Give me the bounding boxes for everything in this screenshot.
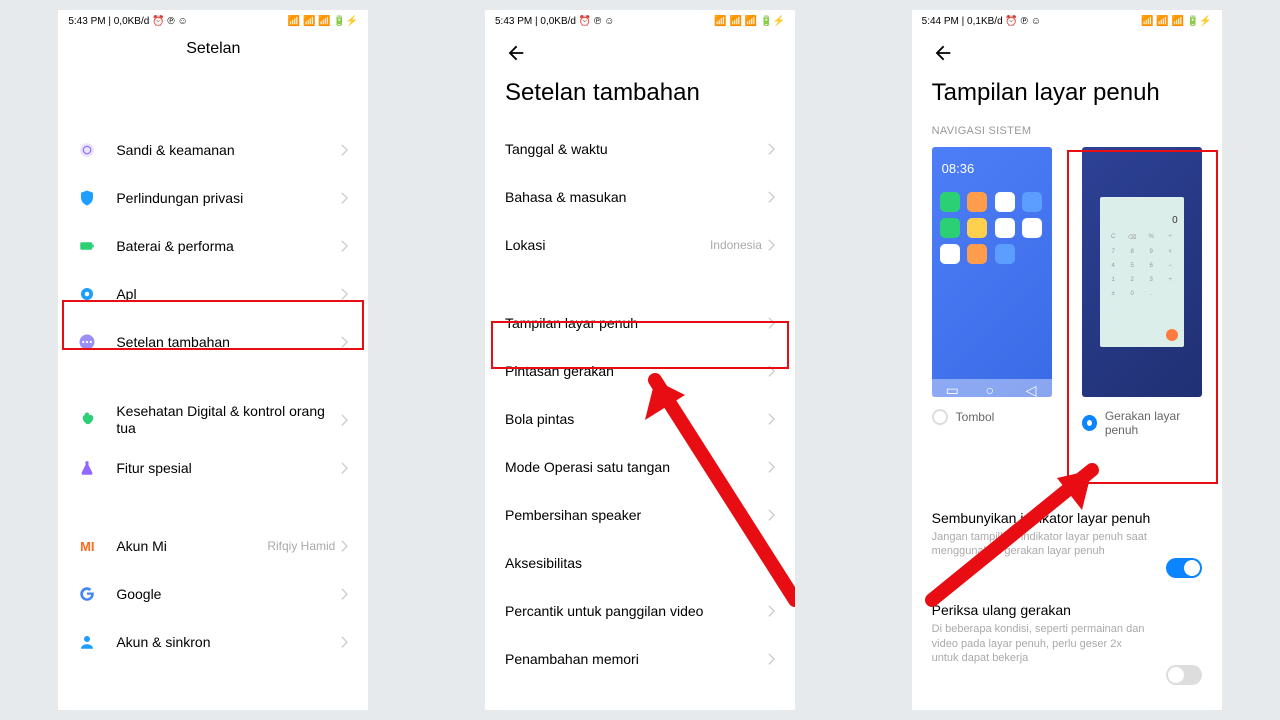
mi-icon: MI [78,537,96,555]
status-bar: 5:43 PM | 0,0KB/d ⏰ ℗ ☺ 📶 📶 📶 🔋⚡ [485,10,795,32]
fingerprint-icon [78,141,96,159]
page-title: Setelan [58,32,368,66]
phone-additional-settings: 5:43 PM | 0,0KB/d ⏰ ℗ ☺ 📶 📶 📶 🔋⚡ Setelan… [485,10,795,710]
settings-row[interactable]: Tampilan layar penuh [485,299,795,347]
row-label: Kesehatan Digital & kontrol orang tua [116,403,341,437]
back-button[interactable] [912,32,1222,67]
chevron-right-icon [768,365,775,377]
row-label: Setelan tambahan [116,334,341,350]
chevron-right-icon [341,192,348,204]
row-label: Aksesibilitas [505,555,768,571]
chevron-right-icon [768,653,775,665]
row-label: Apl [116,286,341,302]
gear-icon [78,285,96,303]
row-label: Sandi & keamanan [116,142,341,158]
chevron-right-icon [768,239,775,251]
radio-off-icon [932,409,948,425]
g-icon [78,585,96,603]
chevron-right-icon [341,588,348,600]
settings-row[interactable]: Pembersihan speaker [485,491,795,539]
chevron-right-icon [768,317,775,329]
settings-row[interactable]: Mode Operasi satu tangan [485,443,795,491]
settings-row[interactable]: Penambahan memori [485,635,795,683]
settings-row[interactable]: Perlindungan privasi [58,174,368,222]
chevron-right-icon [768,509,775,521]
row-label: Fitur spesial [116,460,341,476]
row-label: Perlindungan privasi [116,190,341,206]
section-header: NAVIGASI SISTEM [912,125,1222,147]
page-title: Setelan tambahan [485,67,795,125]
row-label: Bahasa & masukan [505,189,768,205]
option-buttons[interactable]: 08:36 ▭○◁ Tombol [932,147,1052,438]
back-button[interactable] [485,32,795,67]
toggle-on-icon [1166,558,1202,578]
row-label: Akun Mi [116,538,267,554]
shield-icon [78,189,96,207]
chevron-right-icon [341,336,348,348]
settings-row[interactable]: Tanggal & waktu [485,125,795,173]
chevron-right-icon [768,605,775,617]
settings-row[interactable]: Apl [58,270,368,318]
row-label: Akun & sinkron [116,634,341,650]
page-title: Tampilan layar penuh [912,67,1222,125]
dots-icon [78,333,96,351]
chevron-right-icon [341,636,348,648]
settings-row[interactable]: Baterai & performa [58,222,368,270]
chevron-right-icon [768,191,775,203]
preview-gesture: 0 C⌫%÷789×456−123+±0. [1082,147,1202,397]
row-label: Pembersihan speaker [505,507,768,523]
row-label: Tanggal & waktu [505,141,768,157]
status-bar: 5:44 PM | 0,1KB/d ⏰ ℗ ☺ 📶 📶 📶 🔋⚡ [912,10,1222,32]
row-label: Bola pintas [505,411,768,427]
row-value: Rifqiy Hamid [267,539,335,553]
chevron-right-icon [341,540,348,552]
settings-row[interactable]: Fitur spesial [58,444,368,492]
row-label: Mode Operasi satu tangan [505,459,768,475]
row-label: Tampilan layar penuh [505,315,768,331]
heart-icon [78,411,96,429]
radio-on-icon [1082,415,1097,431]
chevron-right-icon [341,144,348,156]
row-label: Penambahan memori [505,651,768,667]
status-bar: 5:43 PM | 0,0KB/d ⏰ ℗ ☺ 📶 📶 📶 🔋⚡ [58,10,368,32]
chevron-right-icon [768,413,775,425]
settings-row[interactable]: Aksesibilitas [485,539,795,587]
chevron-right-icon [341,240,348,252]
settings-row[interactable]: Setelan tambahan [58,318,368,366]
chevron-right-icon [768,143,775,155]
settings-row[interactable]: Bola pintas [485,395,795,443]
settings-row[interactable]: Kesehatan Digital & kontrol orang tua [58,396,368,444]
row-label: Google [116,586,341,602]
chevron-right-icon [768,557,775,569]
settings-row[interactable]: Bahasa & masukan [485,173,795,221]
flask-icon [78,459,96,477]
row-label: Lokasi [505,237,710,253]
settings-row[interactable]: Percantik untuk panggilan video [485,587,795,635]
switch-hide-indicator[interactable]: Sembunyikan indikator layar penuh Jangan… [912,498,1222,571]
toggle-off-icon [1166,665,1202,685]
row-value: Indonesia [710,238,762,252]
chevron-right-icon [341,288,348,300]
battery-icon [78,237,96,255]
chevron-right-icon [768,461,775,473]
switch-recheck-gesture[interactable]: Periksa ulang gerakan Di beberapa kondis… [912,590,1222,677]
settings-row[interactable]: LokasiIndonesia [485,221,795,269]
settings-row[interactable]: Akun & sinkron [58,618,368,666]
settings-row[interactable]: Pintasan gerakan [485,347,795,395]
row-label: Pintasan gerakan [505,363,768,379]
chevron-right-icon [341,462,348,474]
phone-fullscreen-display: 5:44 PM | 0,1KB/d ⏰ ℗ ☺ 📶 📶 📶 🔋⚡ Tampila… [912,10,1222,710]
settings-row[interactable]: Sandi & keamanan [58,126,368,174]
phone-settings: 5:43 PM | 0,0KB/d ⏰ ℗ ☺ 📶 📶 📶 🔋⚡ Setelan… [58,10,368,710]
person-icon [78,633,96,651]
chevron-right-icon [341,414,348,426]
settings-row[interactable]: Google [58,570,368,618]
settings-row[interactable]: MI Akun MiRifqiy Hamid [58,522,368,570]
row-label: Percantik untuk panggilan video [505,603,768,619]
option-gesture[interactable]: 0 C⌫%÷789×456−123+±0. Gerakan layar penu… [1082,147,1202,438]
preview-buttons: 08:36 ▭○◁ [932,147,1052,397]
row-label: Baterai & performa [116,238,341,254]
